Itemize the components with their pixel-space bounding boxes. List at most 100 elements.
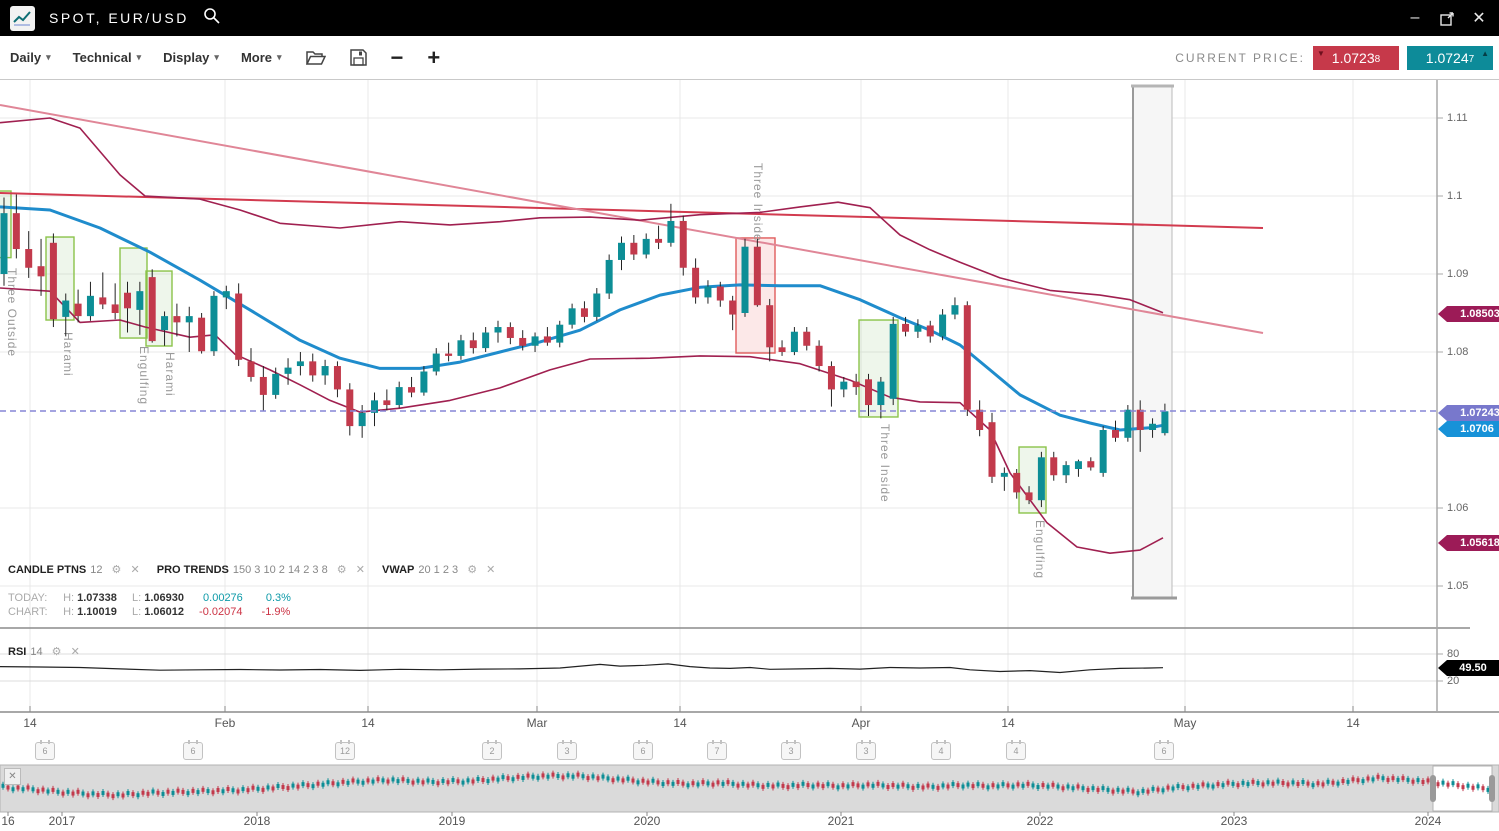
- mini-candle: [452, 778, 455, 782]
- candle-body: [1001, 473, 1008, 477]
- calendar-event-badge[interactable]: 4: [931, 742, 951, 760]
- popout-button[interactable]: [1439, 10, 1455, 26]
- calendar-event-badge[interactable]: 12: [335, 742, 355, 760]
- toolbar: Daily▾ Technical▾ Display▾ More▾ − + CUR…: [0, 36, 1499, 80]
- mini-candle: [337, 782, 340, 786]
- close-button[interactable]: ✕: [1471, 10, 1487, 26]
- calendar-event-badge[interactable]: 6: [183, 742, 203, 760]
- gear-icon[interactable]: ⚙: [112, 564, 122, 576]
- mini-candle: [882, 783, 885, 787]
- mini-candle: [252, 786, 255, 790]
- gear-icon[interactable]: ⚙: [52, 646, 62, 658]
- menu-more[interactable]: More▾: [241, 50, 282, 65]
- minimize-button[interactable]: –: [1407, 10, 1423, 26]
- mini-candle: [352, 778, 355, 782]
- mini-candle: [1137, 791, 1140, 795]
- app-logo-icon: [10, 6, 35, 31]
- navigator-strip[interactable]: [0, 765, 1499, 812]
- navigator-handle[interactable]: [1430, 775, 1436, 802]
- calendar-event-badge[interactable]: 4: [1006, 742, 1026, 760]
- mini-candle: [1187, 786, 1190, 790]
- today-change: 0.00276: [203, 592, 243, 604]
- candle-body: [260, 377, 267, 395]
- mini-candle: [1202, 782, 1205, 786]
- close-icon[interactable]: ✕: [71, 646, 80, 658]
- zoom-in-button[interactable]: +: [427, 45, 440, 71]
- calendar-event-badge[interactable]: 3: [557, 742, 577, 760]
- calendar-event-badge[interactable]: 2: [482, 742, 502, 760]
- mini-candle: [367, 778, 370, 782]
- candle-body: [173, 316, 180, 322]
- mini-candle: [377, 777, 380, 781]
- mini-candle: [497, 778, 500, 782]
- mini-candle: [1057, 785, 1060, 789]
- price-axis-label: 1.11: [1447, 112, 1468, 124]
- mini-candle: [1337, 782, 1340, 786]
- calendar-event-badge[interactable]: 7: [707, 742, 727, 760]
- candle-body: [1087, 461, 1094, 467]
- mini-candle: [887, 785, 890, 789]
- rsi-legend-row: RSI14 ⚙ ✕: [8, 645, 80, 658]
- navigator-close-button[interactable]: ✕: [4, 768, 21, 785]
- zoom-out-button[interactable]: −: [391, 45, 404, 71]
- menu-display[interactable]: Display▾: [163, 50, 219, 65]
- mini-candle: [537, 776, 540, 780]
- search-icon[interactable]: [203, 7, 220, 29]
- mini-candle: [282, 785, 285, 789]
- candle-body: [322, 366, 329, 375]
- open-folder-icon[interactable]: [306, 50, 326, 66]
- mini-candle: [247, 788, 250, 792]
- save-icon[interactable]: [350, 49, 367, 66]
- gear-icon[interactable]: ⚙: [337, 564, 347, 576]
- ask-price-badge[interactable]: 1.07247▲: [1407, 46, 1493, 70]
- highlight-region[interactable]: [1133, 86, 1172, 598]
- mini-candle: [257, 787, 260, 791]
- mini-candle: [157, 791, 160, 795]
- x-axis-label: Apr: [852, 716, 871, 730]
- chart-canvas[interactable]: Three OutsideHaramiEngulfingHaramiThree …: [0, 0, 1499, 831]
- navigator-year-label: 2022: [1027, 814, 1054, 828]
- menu-daily[interactable]: Daily▾: [10, 50, 51, 65]
- gear-icon[interactable]: ⚙: [467, 564, 477, 576]
- calendar-event-badge[interactable]: 3: [856, 742, 876, 760]
- candle-body: [25, 249, 32, 268]
- candle-body: [828, 366, 835, 389]
- candle-body: [729, 301, 736, 315]
- navigator-year-label: 2021: [828, 814, 855, 828]
- close-icon[interactable]: ✕: [486, 564, 495, 576]
- mini-candle: [632, 779, 635, 783]
- x-axis-label: Mar: [527, 716, 548, 730]
- mini-candle: [422, 780, 425, 784]
- candle-body: [655, 239, 662, 243]
- mini-candle: [222, 789, 225, 793]
- pattern-label: Three Inside: [751, 163, 765, 242]
- mini-candle: [952, 782, 955, 786]
- candle-body: [1075, 461, 1082, 469]
- candle-body: [667, 221, 674, 243]
- chart-app-window: { "window": { "title": "SPOT, EUR/USD", …: [0, 0, 1499, 831]
- calendar-event-badge[interactable]: 6: [1154, 742, 1174, 760]
- mini-candle: [287, 786, 290, 790]
- candle-body: [13, 213, 20, 249]
- calendar-event-badge[interactable]: 6: [35, 742, 55, 760]
- mini-candle: [837, 785, 840, 789]
- candle-body: [902, 324, 909, 332]
- close-icon[interactable]: ✕: [356, 564, 365, 576]
- calendar-event-badge[interactable]: 6: [633, 742, 653, 760]
- mini-candle: [932, 785, 935, 789]
- mini-candle: [1112, 790, 1115, 794]
- mini-candle: [777, 783, 780, 787]
- candle-body: [346, 389, 353, 426]
- close-icon[interactable]: ✕: [130, 564, 139, 576]
- calendar-event-badge[interactable]: 3: [781, 742, 801, 760]
- mini-candle: [1422, 780, 1425, 784]
- mini-candle: [1172, 787, 1175, 791]
- mini-candle: [527, 774, 530, 778]
- navigator-handle[interactable]: [1489, 775, 1495, 802]
- candle-body: [1112, 430, 1119, 438]
- candle-body: [791, 332, 798, 352]
- candle-body: [285, 368, 292, 374]
- menu-technical[interactable]: Technical▾: [73, 50, 142, 65]
- mini-candle: [1442, 781, 1445, 785]
- bid-price-badge[interactable]: ▼1.07238: [1313, 46, 1399, 70]
